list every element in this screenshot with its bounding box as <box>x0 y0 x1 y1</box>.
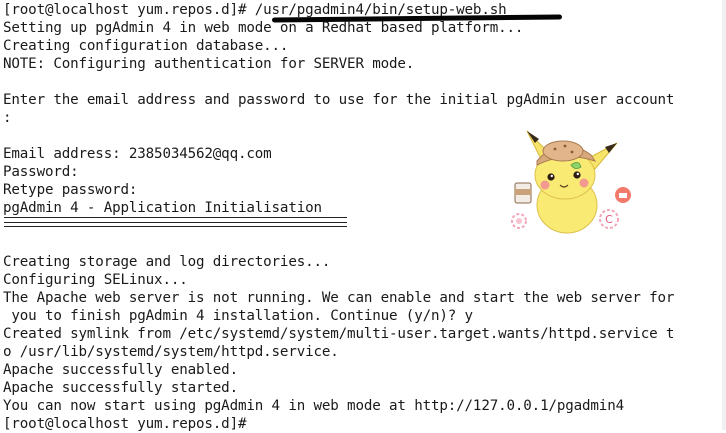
section-heading-line: pgAdmin 4 - Application Initialisation <box>3 200 322 216</box>
pikachu-detective-sticker-icon: C <box>511 130 631 234</box>
terminal-output-line: o /usr/lib/systemd/system/httpd.service. <box>3 344 339 360</box>
terminal-output-line: you to finish pgAdmin 4 installation. Co… <box>3 308 473 324</box>
email-prompt-line: Email address: 2385034562@qq.com <box>3 146 272 162</box>
section-heading-underline <box>4 217 347 218</box>
terminal-output-line: NOTE: Configuring authentication for SER… <box>3 56 415 72</box>
terminal-scrollbar[interactable] <box>722 0 726 430</box>
terminal-output-line: Creating storage and log directories... <box>3 254 331 270</box>
terminal-output-line: Creating configuration database... <box>3 38 289 54</box>
terminal-output-line: : <box>3 110 12 126</box>
password-prompt-line: Password: <box>3 164 79 180</box>
terminal-output-line: Setting up pgAdmin 4 in web mode on a Re… <box>3 20 524 36</box>
terminal-output-line: You can now start using pgAdmin 4 in web… <box>3 398 624 414</box>
terminal-output-line: Created symlink from /etc/systemd/system… <box>3 326 675 342</box>
retype-password-prompt-line: Retype password: <box>3 182 138 198</box>
terminal-window[interactable]: [root@localhost yum.repos.d]# /usr/pgadm… <box>0 0 726 433</box>
terminal-output-line: Enter the email address and password to … <box>3 92 675 108</box>
section-heading-double-underline <box>4 222 347 227</box>
svg-text:C: C <box>605 213 613 226</box>
terminal-output-line: The Apache web server is not running. We… <box>3 290 675 306</box>
terminal-output-line: Apache successfully started. <box>3 380 238 396</box>
terminal-prompt-line[interactable]: [root@localhost yum.repos.d]# <box>3 415 255 433</box>
terminal-output-line: Configuring SELinux... <box>3 272 188 288</box>
terminal-output-line: Apache successfully enabled. <box>3 362 238 378</box>
